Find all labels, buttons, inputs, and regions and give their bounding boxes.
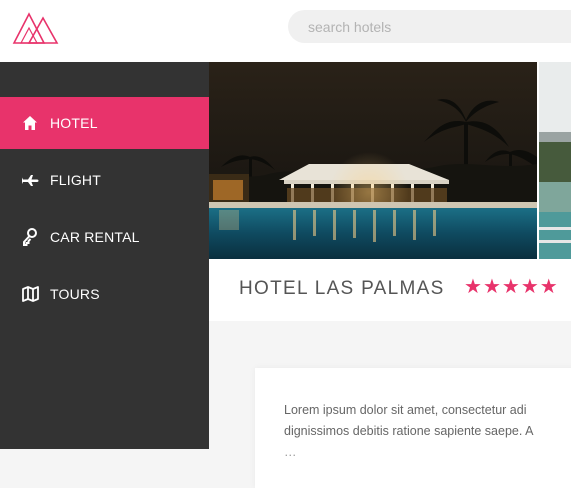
sidebar-item-hotel[interactable]: HOTEL [0,97,209,149]
star-icon: ★ [539,276,558,298]
hotel-title-bar: HOTEL LAS PALMAS ★ ★ ★ ★ ★ [209,259,571,321]
description-line: dignissimos debitis ratione sapiente sae… [284,424,534,438]
sidebar-item-tours[interactable]: TOURS [0,268,209,320]
star-icon: ★ [520,276,539,298]
sidebar-item-car-rental[interactable]: CAR RENTAL [0,211,209,263]
hotel-photo-main[interactable] [209,62,537,259]
star-icon: ★ [464,276,482,298]
airplane-icon [22,170,42,190]
main-content: HOTEL LAS PALMAS ★ ★ ★ ★ ★ Lorem ipsum d… [209,62,571,488]
description-line: … [284,445,297,459]
home-icon [22,113,42,133]
sidebar-item-flight[interactable]: FLIGHT [0,154,209,206]
sidebar: HOTEL FLIGHT CAR RENTAL TOURS [0,62,209,449]
description-card: Lorem ipsum dolor sit amet, consectetur … [255,368,571,488]
map-icon [22,284,42,304]
search-input[interactable] [288,10,571,43]
key-icon [22,227,42,247]
sidebar-item-label: CAR RENTAL [50,229,140,245]
star-icon: ★ [501,276,520,298]
hotel-description: Lorem ipsum dolor sit amet, consectetur … [284,400,571,463]
description-line: Lorem ipsum dolor sit amet, consectetur … [284,403,527,417]
star-icon: ★ [482,276,501,298]
sidebar-item-label: FLIGHT [50,172,101,188]
hotel-name: HOTEL LAS PALMAS [239,278,445,299]
sidebar-item-label: TOURS [50,286,100,302]
sidebar-item-label: HOTEL [50,115,98,131]
star-rating: ★ ★ ★ ★ ★ [464,276,559,298]
top-bar [0,0,571,62]
logo-icon[interactable] [12,10,60,46]
hotel-photo-secondary[interactable] [537,62,571,259]
